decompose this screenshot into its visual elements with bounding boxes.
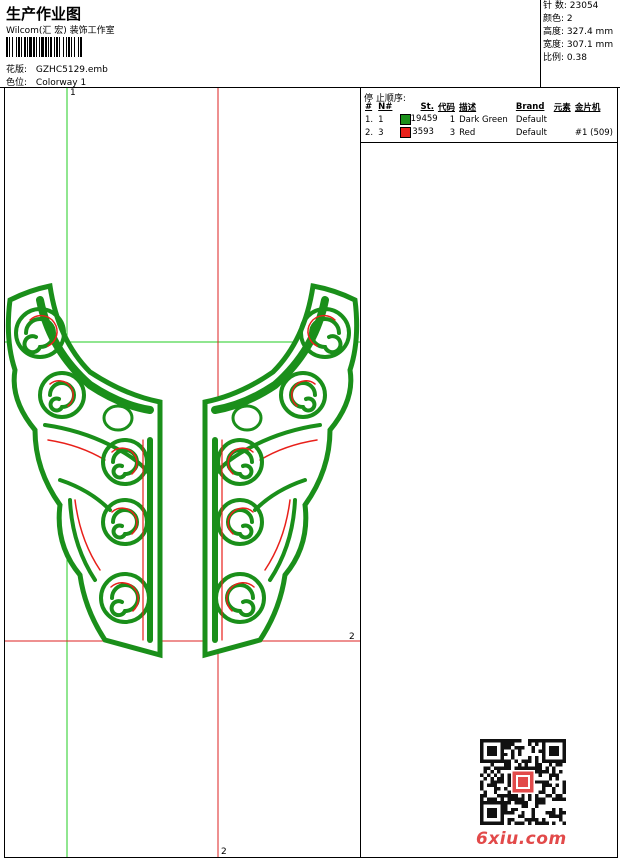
embroidery-left-half	[5, 283, 163, 659]
watermark-logo: 6xiu.com	[476, 829, 567, 849]
guide-label-top: 1	[70, 88, 76, 98]
guide-label-bottom: 2	[221, 847, 227, 857]
guide-label-right: 2	[349, 632, 355, 642]
qr-code	[480, 739, 566, 825]
design-preview	[5, 88, 360, 857]
embroidery-right-half	[202, 283, 360, 659]
